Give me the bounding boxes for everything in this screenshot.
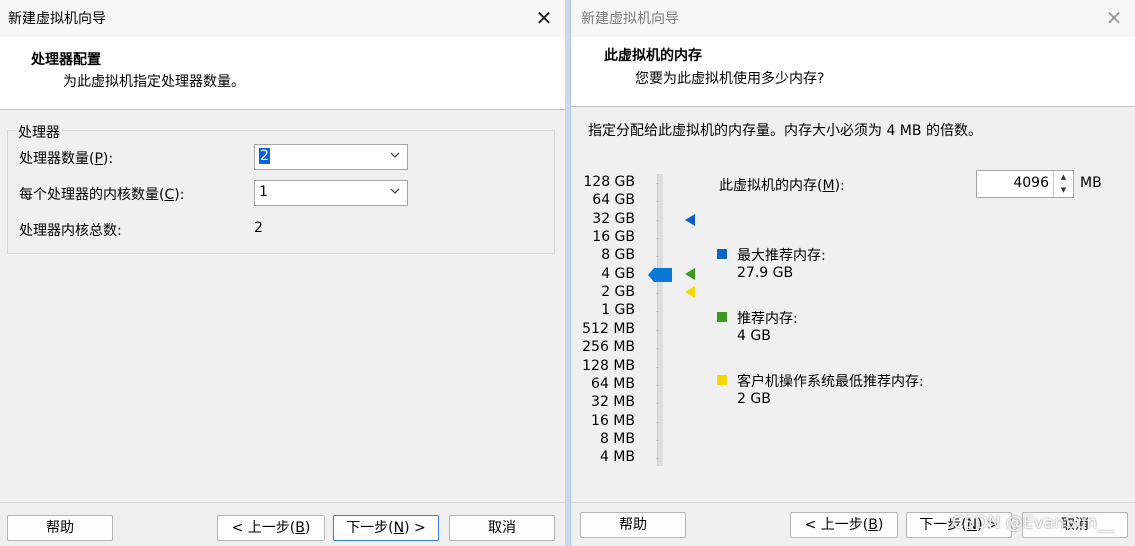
chevron-down-icon[interactable] (389, 185, 401, 200)
window-title: 新建虚拟机向导 (581, 11, 679, 27)
group-label: 处理器 (16, 122, 62, 142)
window-title: 新建虚拟机向导 (8, 11, 106, 27)
slider-tick (656, 256, 659, 258)
scale-label: 4 GB (601, 265, 635, 282)
total-cores-value: 2 (254, 220, 263, 236)
max-recommended-value: 27.9 GB (737, 265, 794, 281)
processor-count-select[interactable]: 2 (254, 144, 408, 170)
recommended-label: 推荐内存: (737, 311, 798, 327)
close-icon[interactable]: ✕ (523, 0, 565, 37)
processor-count-label: 处理器数量(P): (19, 151, 114, 167)
cores-per-processor-label: 每个处理器的内核数量(C): (19, 187, 185, 203)
help-button[interactable]: 帮助 (7, 515, 113, 541)
next-button[interactable]: 下一步(N) > (906, 512, 1012, 538)
slider-tick (656, 238, 659, 240)
scale-label: 32 MB (591, 394, 635, 411)
next-button[interactable]: 下一步(N) > (333, 515, 439, 541)
memory-size-value: 4096 (1013, 175, 1049, 191)
recommended-value: 4 GB (737, 328, 771, 344)
chevron-down-icon[interactable] (389, 149, 401, 164)
spin-down-icon[interactable]: ▼ (1054, 184, 1073, 197)
scale-label: 256 MB (582, 339, 635, 356)
slider-tick (656, 439, 659, 441)
scale-label: 128 GB (583, 174, 635, 190)
slider-tick (656, 384, 659, 386)
cancel-button[interactable]: 取消 (449, 515, 555, 541)
back-button[interactable]: < 上一步(B) (790, 512, 898, 538)
wizard-header: 此虚拟机的内存 您要为此虚拟机使用多少内存? (571, 37, 1135, 107)
page-title: 此虚拟机的内存 (604, 48, 702, 64)
scale-label: 64 MB (591, 375, 635, 392)
scale-label: 64 GB (592, 192, 635, 209)
min-recommended-marker-icon (685, 286, 695, 298)
max-recommended-label: 最大推荐内存: (737, 248, 826, 264)
button-bar: 帮助 < 上一步(B) 下一步(N) > 取消 (571, 502, 1135, 546)
page-subtitle: 您要为此虚拟机使用多少内存? (635, 71, 825, 87)
slider-tick (656, 458, 659, 460)
cancel-button[interactable]: 取消 (1022, 512, 1128, 538)
wizard-header: 处理器配置 为此虚拟机指定处理器数量。 (0, 37, 565, 110)
cores-per-processor-select[interactable]: 1 (254, 180, 408, 206)
processor-config-dialog: 新建虚拟机向导 ✕ 处理器配置 为此虚拟机指定处理器数量。 处理器 处理器数量(… (0, 0, 566, 546)
help-button[interactable]: 帮助 (580, 512, 686, 538)
max-recommended-marker-icon (685, 214, 695, 226)
cores-per-processor-value: 1 (259, 184, 268, 200)
scale-label: 8 GB (601, 247, 635, 264)
slider-tick (656, 403, 659, 405)
spin-up-icon[interactable]: ▲ (1054, 171, 1073, 184)
slider-tick (656, 219, 659, 221)
min-recommended-label: 客户机操作系统最低推荐内存: (737, 374, 924, 390)
scale-label: 1 GB (601, 302, 635, 319)
processor-count-value: 2 (259, 148, 270, 164)
memory-config-dialog: 新建虚拟机向导 ✕ 此虚拟机的内存 您要为此虚拟机使用多少内存? 指定分配给此虚… (570, 0, 1135, 546)
scale-label: 2 GB (601, 284, 635, 301)
max-recommended-swatch (717, 249, 727, 259)
memory-info-text: 指定分配给此虚拟机的内存量。内存大小必须为 4 MB 的倍数。 (588, 123, 982, 139)
page-title: 处理器配置 (31, 52, 101, 68)
min-recommended-swatch (717, 375, 727, 385)
slider-tick (656, 201, 659, 203)
recommended-swatch (717, 312, 727, 322)
scale-label: 32 GB (592, 210, 635, 227)
min-recommended-value: 2 GB (737, 391, 771, 407)
scale-label: 16 GB (592, 229, 635, 246)
scale-label: 512 MB (582, 320, 635, 337)
total-cores-label: 处理器内核总数: (19, 223, 122, 239)
page-subtitle: 为此虚拟机指定处理器数量。 (63, 74, 245, 90)
slider-tick (656, 293, 659, 295)
memory-size-label: 此虚拟机的内存(M): (719, 178, 845, 194)
title-bar: 新建虚拟机向导 ✕ (571, 0, 1135, 37)
recommended-marker-icon (685, 268, 695, 280)
slider-tick (656, 348, 659, 350)
scale-label: 8 MB (599, 430, 635, 447)
slider-tick (656, 311, 659, 313)
title-bar: 新建虚拟机向导 ✕ (0, 0, 565, 37)
scale-label: 16 MB (591, 412, 635, 429)
button-bar: 帮助 < 上一步(B) 下一步(N) > 取消 (0, 502, 565, 546)
memory-unit-label: MB (1080, 175, 1102, 191)
scale-label: 4 MB (599, 449, 635, 466)
scale-label: 128 MB (582, 357, 635, 374)
slider-tick (656, 421, 659, 423)
spin-buttons: ▲ ▼ (1053, 171, 1073, 197)
close-icon[interactable]: ✕ (1093, 0, 1135, 37)
back-button[interactable]: < 上一步(B) (217, 515, 325, 541)
slider-tick (656, 366, 659, 368)
memory-size-spinbox[interactable]: 4096 ▲ ▼ (976, 170, 1074, 198)
slider-tick (656, 183, 659, 184)
slider-tick (656, 329, 659, 331)
memory-slider-thumb[interactable] (648, 268, 672, 282)
